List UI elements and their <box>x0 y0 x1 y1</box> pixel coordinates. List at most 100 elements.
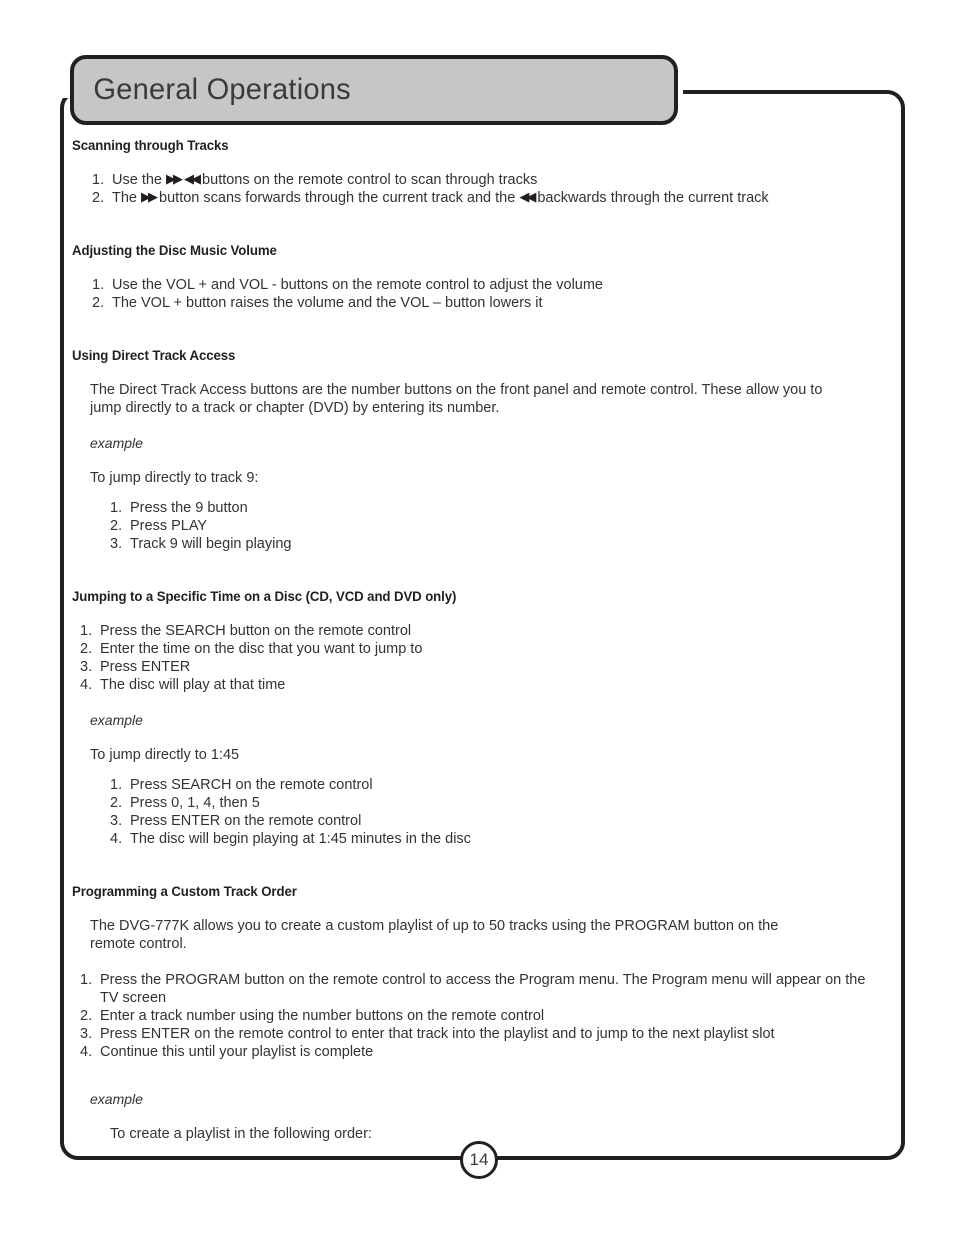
step-text-mid: button scans forwards through the curren… <box>155 190 520 206</box>
list-text: The VOL + button raises the volume and t… <box>112 295 543 311</box>
example-intro: To jump directly to 1:45 <box>90 747 240 763</box>
list-item: 4. The disc will play at that time <box>80 676 872 694</box>
list-number: 4. <box>80 1044 93 1060</box>
steps-list: 1. Press the SEARCH button on the remote… <box>80 622 872 694</box>
list-text: Use the VOL + and VOL - buttons on the r… <box>112 277 603 293</box>
list-number: 4. <box>80 677 93 693</box>
list-text: The ▶▶ button scans forwards through the… <box>112 189 872 207</box>
section-heading: Adjusting the Disc Music Volume <box>72 243 277 258</box>
list-text: Enter a track number using the number bu… <box>100 1008 545 1024</box>
list-number: 3. <box>110 536 123 552</box>
list-number: 3. <box>110 813 123 829</box>
list-text: The disc will begin playing at 1:45 minu… <box>130 831 471 847</box>
list-text: Continue this until your playlist is com… <box>100 1044 374 1060</box>
list-number: 2. <box>110 518 123 534</box>
steps-list: 1. Press the 9 button 2. Press PLAY 3. T… <box>110 499 872 553</box>
list-item: 2. Enter a track number using the number… <box>80 1007 872 1025</box>
list-item: 1. Press the 9 button <box>110 499 872 517</box>
list-text: Press the PROGRAM button on the remote c… <box>100 972 866 1006</box>
rewind-icon: ◀◀ <box>184 171 201 186</box>
example-label: example <box>90 1091 143 1107</box>
section-heading: Jumping to a Specific Time on a Disc (CD… <box>72 589 457 604</box>
list-text: Press the SEARCH button on the remote co… <box>100 623 412 639</box>
list-item: 1. Use the VOL + and VOL - buttons on th… <box>92 276 872 294</box>
section-heading: Using Direct Track Access <box>72 348 236 363</box>
list-item: 3. Press ENTER on the remote control <box>110 812 872 830</box>
list-text: Press ENTER on the remote control to ent… <box>100 1026 775 1042</box>
example-label: example <box>90 712 143 728</box>
page-title-tab: General Operations <box>70 55 678 125</box>
list-number: 1. <box>80 623 93 639</box>
section-paragraph: The Direct Track Access buttons are the … <box>90 382 823 416</box>
page-number-badge: 14 <box>460 1141 498 1179</box>
list-number: 3. <box>80 659 93 675</box>
page-number-text: 14 <box>469 1150 489 1169</box>
list-number: 2. <box>92 295 105 311</box>
list-number: 2. <box>80 1008 93 1024</box>
list-text: The disc will play at that time <box>100 677 286 693</box>
example-intro: To create a playlist in the following or… <box>110 1126 372 1142</box>
list-number: 1. <box>92 277 105 293</box>
list-item: 1. Press the SEARCH button on the remote… <box>80 622 872 640</box>
section-scanning-through-tracks: Scanning through Tracks 1. Use the ▶▶ ◀◀… <box>72 138 872 207</box>
step-text-post: buttons on the remote control to scan th… <box>198 172 538 188</box>
section-heading: Programming a Custom Track Order <box>72 884 297 899</box>
section-paragraph: The DVG-777K allows you to create a cust… <box>90 918 779 952</box>
page-title: General Operations <box>93 73 351 106</box>
list-number: 4. <box>110 831 123 847</box>
steps-list: 1. Use the ▶▶ ◀◀ buttons on the remote c… <box>92 171 872 207</box>
list-item: 2. Enter the time on the disc that you w… <box>80 640 872 658</box>
example-intro: To jump directly to track 9: <box>90 470 259 486</box>
list-text: Use the ▶▶ ◀◀ buttons on the remote cont… <box>112 171 872 189</box>
section-programming-a-custom-track-order: Programming a Custom Track Order The DVG… <box>72 884 872 1143</box>
list-item: 2. The ▶▶ button scans forwards through … <box>92 189 872 207</box>
list-item: 3. Track 9 will begin playing <box>110 535 872 553</box>
step-text-pre: Use the <box>112 172 166 188</box>
list-item: 1. Use the ▶▶ ◀◀ buttons on the remote c… <box>92 171 872 189</box>
list-number: 1. <box>110 500 123 516</box>
list-item: 2. Press 0, 1, 4, then 5 <box>110 794 872 812</box>
list-number: 2. <box>92 190 105 206</box>
fast-forward-icon: ▶▶ <box>166 171 183 186</box>
section-jumping-to-a-specific-time: Jumping to a Specific Time on a Disc (CD… <box>72 589 872 848</box>
list-number: 1. <box>110 777 123 793</box>
list-text: Press ENTER <box>100 659 191 675</box>
list-item: 2. Press PLAY <box>110 517 872 535</box>
list-item: 4. Continue this until your playlist is … <box>80 1043 872 1061</box>
list-item: 1. Press the PROGRAM button on the remot… <box>80 971 872 1007</box>
example-steps-list: 1. Press SEARCH on the remote control 2.… <box>110 776 872 848</box>
steps-list: 1. Use the VOL + and VOL - buttons on th… <box>92 276 872 312</box>
steps-list: 1. Press the PROGRAM button on the remot… <box>80 971 872 1061</box>
section-using-direct-track-access: Using Direct Track Access The Direct Tra… <box>72 348 872 553</box>
list-text: Track 9 will begin playing <box>130 536 292 552</box>
fast-forward-icon: ▶▶ <box>141 189 158 204</box>
list-text: Press 0, 1, 4, then 5 <box>130 795 260 811</box>
list-number: 1. <box>92 172 105 188</box>
list-item: 2. The VOL + button raises the volume an… <box>92 294 872 312</box>
list-item: 3. Press ENTER on the remote control to … <box>80 1025 872 1043</box>
section-heading: Scanning through Tracks <box>72 138 229 153</box>
list-number: 3. <box>80 1026 93 1042</box>
list-text: Press ENTER on the remote control <box>130 813 362 829</box>
list-text: Press PLAY <box>130 518 208 534</box>
list-number: 2. <box>110 795 123 811</box>
rewind-icon: ◀◀ <box>519 189 536 204</box>
list-item: 3. Press ENTER <box>80 658 872 676</box>
list-text: Press SEARCH on the remote control <box>130 777 373 793</box>
list-item: 1. Press SEARCH on the remote control <box>110 776 872 794</box>
